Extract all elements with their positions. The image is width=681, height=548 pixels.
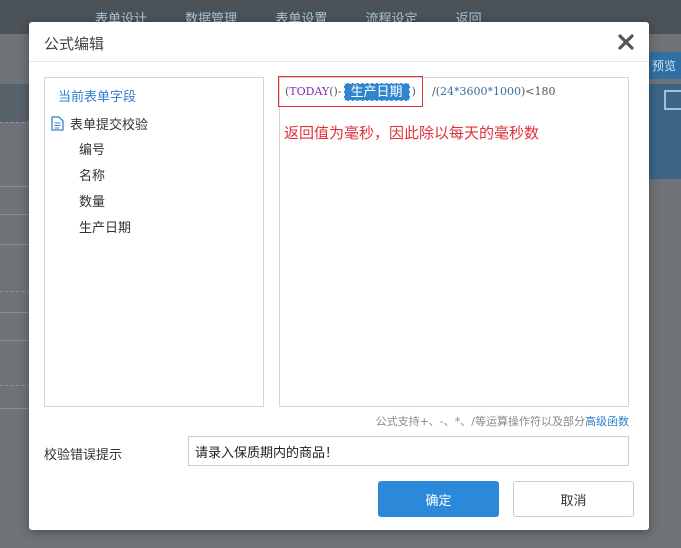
formula-support-hint: 公式支持+、-、*、/等运算操作符以及部分高级函数: [376, 413, 629, 429]
background-divider: [0, 385, 30, 386]
field-panel-title: 当前表单字段: [58, 90, 137, 105]
background-divider: [0, 291, 30, 292]
confirm-button[interactable]: 确定: [378, 481, 499, 517]
background-divider: [0, 122, 30, 123]
background-preview-button: 预览: [648, 52, 681, 79]
formula-close-paren: ): [411, 85, 416, 98]
background-divider: [0, 244, 30, 245]
advanced-functions-link[interactable]: 高级函数: [585, 415, 629, 428]
background-preview-label: 预览: [652, 59, 677, 73]
formula-highlight-box: ( TODAY () - 生产日期 ): [278, 76, 423, 107]
error-tip-input[interactable]: [188, 436, 629, 466]
background-divider: [0, 186, 30, 187]
formula-comparison: )<180: [521, 85, 556, 98]
error-tip-label: 校验错误提示: [44, 448, 123, 463]
field-item-quantity[interactable]: 数量: [79, 191, 105, 211]
formula-remainder: /(24*3600*1000)<180: [432, 84, 556, 99]
field-item-name[interactable]: 名称: [79, 165, 105, 185]
formula-field-chip[interactable]: 生产日期: [343, 82, 410, 101]
form-field-panel: 当前表单字段 表单提交校验 编号 名称 数量 生产日期: [44, 77, 264, 407]
formula-annotation: 返回值为毫秒，因此除以每天的毫秒数: [284, 124, 540, 142]
dialog-header: 公式编辑: [29, 22, 649, 62]
close-icon: [615, 31, 637, 53]
background-divider: [0, 340, 30, 341]
formula-minus: -: [337, 85, 342, 98]
dialog-title: 公式编辑: [44, 35, 105, 53]
close-button[interactable]: [615, 31, 637, 53]
formula-function-parens: (): [329, 85, 338, 98]
formula-editor[interactable]: ( TODAY () - 生产日期 ) /(24*3600*1000)<180 …: [278, 76, 629, 407]
support-text: 公式支持+、-、*、/等运算操作符以及部分: [375, 415, 585, 428]
formula-divide: /(: [432, 85, 440, 98]
formula-editor-dialog: 公式编辑 当前表单字段 表单提交校验 编号 名称 数量 生产日期 (TODAY…: [29, 22, 649, 530]
background-divider: [0, 214, 30, 215]
background-panel-icon: [664, 90, 681, 110]
cancel-button[interactable]: 取消: [513, 481, 634, 517]
field-item-code[interactable]: 编号: [79, 139, 105, 159]
background-divider: [0, 312, 30, 313]
tree-root-form-validation[interactable]: 表单提交校验: [51, 113, 148, 133]
tree-root-label: 表单提交校验: [70, 117, 149, 133]
document-icon: [51, 115, 64, 131]
background-divider: [0, 408, 30, 409]
formula-divisor: 24*3600*1000: [440, 85, 521, 98]
formula-function-name: TODAY: [289, 85, 330, 98]
field-item-production-date[interactable]: 生产日期: [79, 217, 131, 237]
